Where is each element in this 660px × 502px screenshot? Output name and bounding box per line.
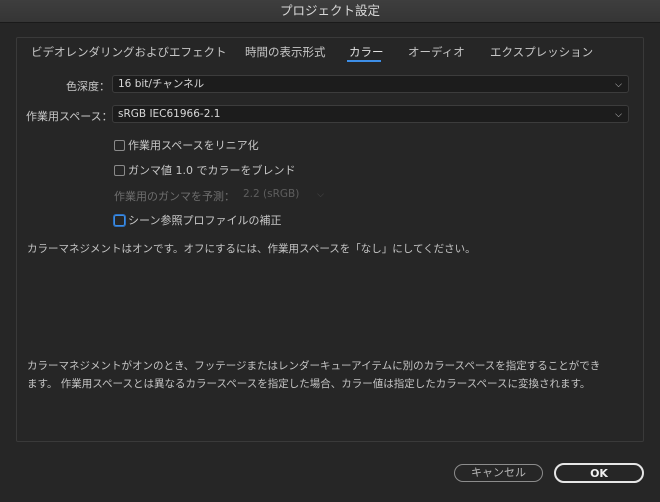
scene-referred-label: シーン参照プロファイルの補正 (128, 214, 282, 227)
cancel-button[interactable]: キャンセル (454, 464, 543, 482)
working-space-select[interactable]: sRGB IEC61966-2.1 ⌵ (112, 105, 629, 123)
color-management-status: カラーマネジメントはオンです。オフにするには、作業用スペースを「なし」にしてくだ… (27, 243, 476, 255)
working-space-label: 作業用スペース： (26, 110, 113, 123)
gamma-predict-value: 2.2 (sRGB) (243, 188, 300, 200)
chevron-down-icon: ⌵ (615, 110, 622, 120)
linearize-working-space-option[interactable]: 作業用スペースをリニア化 (114, 137, 259, 153)
color-depth-value: 16 bit/チャンネル (118, 78, 205, 90)
gamma-predict-label: 作業用のガンマを予測： (114, 190, 235, 203)
blend-gamma-label: ガンマ値 1.0 でカラーをブレンド (128, 164, 296, 177)
scene-referred-option[interactable]: シーン参照プロファイルの補正 (114, 212, 281, 228)
working-space-value: sRGB IEC61966-2.1 (118, 108, 221, 120)
description-line-2: ます。 作業用スペースとは異なるカラースペースを指定した場合、カラー値は指定した… (27, 378, 591, 390)
color-depth-label: 色深度： (66, 80, 110, 93)
description-line-1: カラーマネジメントがオンのとき、フッテージまたはレンダーキューアイテムに別のカラ… (27, 360, 601, 372)
project-settings-dialog: プロジェクト設定 ビデオレンダリングおよびエフェクト 時間の表示形式 カラー オ… (0, 0, 660, 502)
chevron-down-icon: ⌵ (317, 190, 324, 200)
tab-time-display[interactable]: 時間の表示形式 (245, 44, 326, 60)
color-depth-select[interactable]: 16 bit/チャンネル ⌵ (112, 75, 629, 93)
window-title: プロジェクト設定 (0, 0, 660, 23)
gamma-predict-select: 2.2 (sRGB) ⌵ (237, 185, 331, 203)
linearize-label: 作業用スペースをリニア化 (128, 139, 259, 152)
tab-video-rendering[interactable]: ビデオレンダリングおよびエフェクト (31, 44, 227, 60)
chevron-down-icon: ⌵ (615, 80, 622, 90)
ok-button[interactable]: OK (554, 463, 644, 483)
blend-gamma-option[interactable]: ガンマ値 1.0 でカラーをブレンド (114, 162, 296, 178)
linearize-checkbox[interactable] (114, 140, 125, 151)
tab-color[interactable]: カラー (349, 44, 384, 60)
tab-audio[interactable]: オーディオ (408, 44, 465, 60)
color-management-description: カラーマネジメントがオンのとき、フッテージまたはレンダーキューアイテムに別のカラ… (27, 357, 632, 393)
scene-referred-checkbox[interactable] (114, 215, 125, 226)
tab-expressions[interactable]: エクスプレッション (490, 44, 593, 60)
blend-gamma-checkbox[interactable] (114, 165, 125, 176)
active-tab-indicator (347, 60, 381, 62)
tab-bar: ビデオレンダリングおよびエフェクト 時間の表示形式 カラー オーディオ エクスプ… (17, 38, 643, 66)
